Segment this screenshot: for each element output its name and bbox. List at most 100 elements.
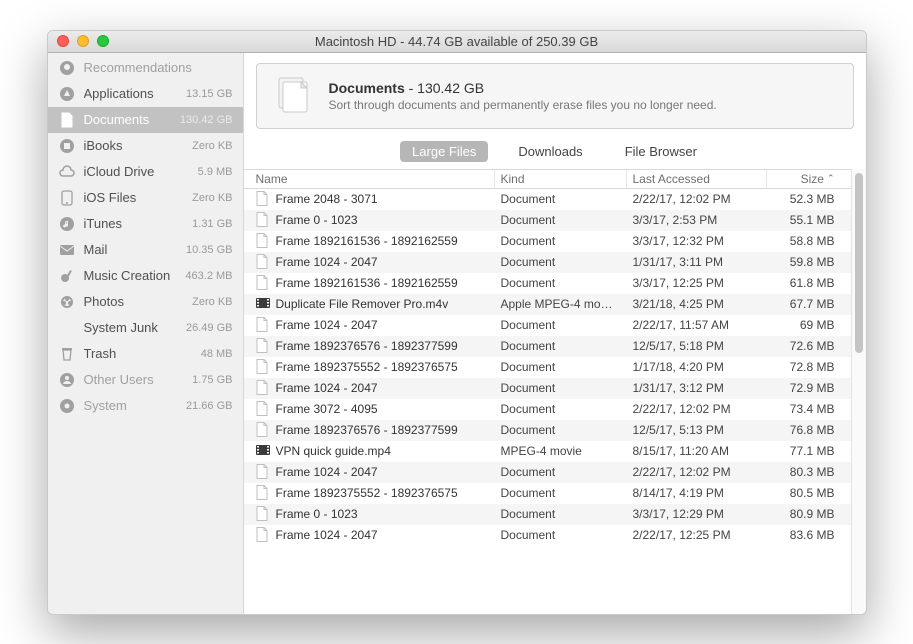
table-row[interactable]: Frame 1024 - 2047 Document 2/22/17, 12:0… bbox=[244, 462, 851, 483]
file-size: 55.1 MB bbox=[767, 213, 841, 227]
file-accessed: 2/22/17, 12:02 PM bbox=[627, 402, 767, 416]
file-icon bbox=[256, 422, 270, 438]
sidebar-item-ibooks[interactable]: iBooks Zero KB bbox=[48, 133, 243, 159]
sidebar-item-photos[interactable]: Photos Zero KB bbox=[48, 289, 243, 315]
file-icon bbox=[256, 275, 270, 291]
documents-stack-icon bbox=[271, 74, 315, 118]
table-row[interactable]: Frame 1892161536 - 1892162559 Document 3… bbox=[244, 273, 851, 294]
sidebar-item-size: 5.9 MB bbox=[198, 166, 233, 178]
sidebar-item-size: 21.66 GB bbox=[186, 400, 232, 412]
sidebar-item-label: Documents bbox=[84, 112, 176, 127]
table-row[interactable]: Frame 1024 - 2047 Document 2/22/17, 12:2… bbox=[244, 525, 851, 546]
table-row[interactable]: Duplicate File Remover Pro.m4v Apple MPE… bbox=[244, 294, 851, 315]
tab-downloads[interactable]: Downloads bbox=[506, 141, 594, 162]
file-size: 83.6 MB bbox=[767, 528, 841, 542]
table-row[interactable]: Frame 1024 - 2047 Document 1/31/17, 3:12… bbox=[244, 378, 851, 399]
file-size: 72.9 MB bbox=[767, 381, 841, 395]
table-row[interactable]: Frame 1892161536 - 1892162559 Document 3… bbox=[244, 231, 851, 252]
table-row[interactable]: Frame 1892375552 - 1892376575 Document 8… bbox=[244, 483, 851, 504]
file-kind: Document bbox=[495, 318, 627, 332]
file-accessed: 8/15/17, 11:20 AM bbox=[627, 444, 767, 458]
file-name: Frame 1892161536 - 1892162559 bbox=[276, 234, 458, 248]
table-row[interactable]: Frame 2048 - 3071 Document 2/22/17, 12:0… bbox=[244, 189, 851, 210]
sidebar-item-label: Recommendations bbox=[84, 60, 229, 75]
table-row[interactable]: Frame 0 - 1023 Document 3/3/17, 12:29 PM… bbox=[244, 504, 851, 525]
sidebar-item-label: Applications bbox=[84, 86, 183, 101]
file-kind: Document bbox=[495, 234, 627, 248]
file-kind: Document bbox=[495, 276, 627, 290]
table-row[interactable]: Frame 1024 - 2047 Document 1/31/17, 3:11… bbox=[244, 252, 851, 273]
cloud-icon bbox=[58, 163, 76, 181]
mail-icon bbox=[58, 241, 76, 259]
sidebar-item-label: iBooks bbox=[84, 138, 189, 153]
sidebar-item-trash[interactable]: Trash 48 MB bbox=[48, 341, 243, 367]
file-icon bbox=[256, 401, 270, 417]
file-icon bbox=[256, 233, 270, 249]
header-text: Documents - 130.42 GB Sort through docum… bbox=[329, 80, 717, 112]
sidebar-item-size: 463.2 MB bbox=[185, 270, 232, 282]
tab-large-files[interactable]: Large Files bbox=[400, 141, 488, 162]
column-header-name[interactable]: Name bbox=[250, 170, 495, 188]
sidebar-item-documents[interactable]: Documents 130.42 GB bbox=[48, 107, 243, 133]
sidebar-item-system-junk[interactable]: System Junk 26.49 GB bbox=[48, 315, 243, 341]
sidebar-item-label: Trash bbox=[84, 346, 197, 361]
table-row[interactable]: VPN quick guide.mp4 MPEG-4 movie 8/15/17… bbox=[244, 441, 851, 462]
sidebar-item-ios-files[interactable]: iOS Files Zero KB bbox=[48, 185, 243, 211]
minimize-button[interactable] bbox=[77, 35, 89, 47]
file-name: Frame 1024 - 2047 bbox=[276, 255, 378, 269]
photos-icon bbox=[58, 293, 76, 311]
file-name: Frame 1892375552 - 1892376575 bbox=[276, 486, 458, 500]
sidebar-item-size: 130.42 GB bbox=[180, 114, 233, 126]
file-name: Frame 1024 - 2047 bbox=[276, 465, 378, 479]
header-box: Documents - 130.42 GB Sort through docum… bbox=[256, 63, 854, 129]
file-accessed: 12/5/17, 5:18 PM bbox=[627, 339, 767, 353]
sidebar-item-itunes[interactable]: iTunes 1.31 GB bbox=[48, 211, 243, 237]
column-header-accessed[interactable]: Last Accessed bbox=[627, 170, 767, 188]
sidebar-item-recommendations[interactable]: Recommendations bbox=[48, 55, 243, 81]
sidebar: Recommendations Applications 13.15 GB Do… bbox=[48, 53, 244, 614]
tab-file-browser[interactable]: File Browser bbox=[613, 141, 709, 162]
zoom-button[interactable] bbox=[97, 35, 109, 47]
window-body: Recommendations Applications 13.15 GB Do… bbox=[48, 53, 866, 614]
sidebar-item-system[interactable]: System 21.66 GB bbox=[48, 393, 243, 419]
file-kind: Apple MPEG-4 mo… bbox=[495, 297, 627, 311]
table-row[interactable]: Frame 1892375552 - 1892376575 Document 1… bbox=[244, 357, 851, 378]
storage-management-window: Macintosh HD - 44.74 GB available of 250… bbox=[47, 30, 867, 615]
file-accessed: 3/21/18, 4:25 PM bbox=[627, 297, 767, 311]
table-rows[interactable]: Frame 2048 - 3071 Document 2/22/17, 12:0… bbox=[244, 189, 851, 614]
titlebar[interactable]: Macintosh HD - 44.74 GB available of 250… bbox=[48, 31, 866, 53]
sidebar-item-size: 26.49 GB bbox=[186, 322, 232, 334]
sidebar-item-music-creation[interactable]: Music Creation 463.2 MB bbox=[48, 263, 243, 289]
close-button[interactable] bbox=[57, 35, 69, 47]
table-row[interactable]: Frame 1892376576 - 1892377599 Document 1… bbox=[244, 420, 851, 441]
file-size: 58.8 MB bbox=[767, 234, 841, 248]
sidebar-item-other-users[interactable]: Other Users 1.75 GB bbox=[48, 367, 243, 393]
file-name: Frame 1024 - 2047 bbox=[276, 528, 378, 542]
window-title: Macintosh HD - 44.74 GB available of 250… bbox=[48, 34, 866, 49]
sidebar-item-label: iOS Files bbox=[84, 190, 189, 205]
file-accessed: 1/31/17, 3:12 PM bbox=[627, 381, 767, 395]
users-icon bbox=[58, 371, 76, 389]
scrollbar-thumb[interactable] bbox=[855, 173, 863, 353]
sidebar-item-size: 1.75 GB bbox=[192, 374, 232, 386]
table-row[interactable]: Frame 1024 - 2047 Document 2/22/17, 11:5… bbox=[244, 315, 851, 336]
scrollbar[interactable] bbox=[851, 169, 866, 614]
file-size: 73.4 MB bbox=[767, 402, 841, 416]
file-accessed: 3/3/17, 12:25 PM bbox=[627, 276, 767, 290]
table-header: Name Kind Last Accessed Size⌃ bbox=[244, 169, 851, 189]
doc-icon bbox=[58, 111, 76, 129]
sidebar-item-icloud-drive[interactable]: iCloud Drive 5.9 MB bbox=[48, 159, 243, 185]
sidebar-item-label: Photos bbox=[84, 294, 189, 309]
file-icon bbox=[256, 485, 270, 501]
file-name: Duplicate File Remover Pro.m4v bbox=[276, 297, 449, 311]
table-row[interactable]: Frame 3072 - 4095 Document 2/22/17, 12:0… bbox=[244, 399, 851, 420]
column-header-size[interactable]: Size⌃ bbox=[767, 170, 841, 188]
sidebar-item-applications[interactable]: Applications 13.15 GB bbox=[48, 81, 243, 107]
column-header-kind[interactable]: Kind bbox=[495, 170, 627, 188]
file-size: 80.5 MB bbox=[767, 486, 841, 500]
table-row[interactable]: Frame 0 - 1023 Document 3/3/17, 2:53 PM … bbox=[244, 210, 851, 231]
file-icon bbox=[256, 443, 270, 459]
sidebar-item-mail[interactable]: Mail 10.35 GB bbox=[48, 237, 243, 263]
file-kind: Document bbox=[495, 360, 627, 374]
table-row[interactable]: Frame 1892376576 - 1892377599 Document 1… bbox=[244, 336, 851, 357]
